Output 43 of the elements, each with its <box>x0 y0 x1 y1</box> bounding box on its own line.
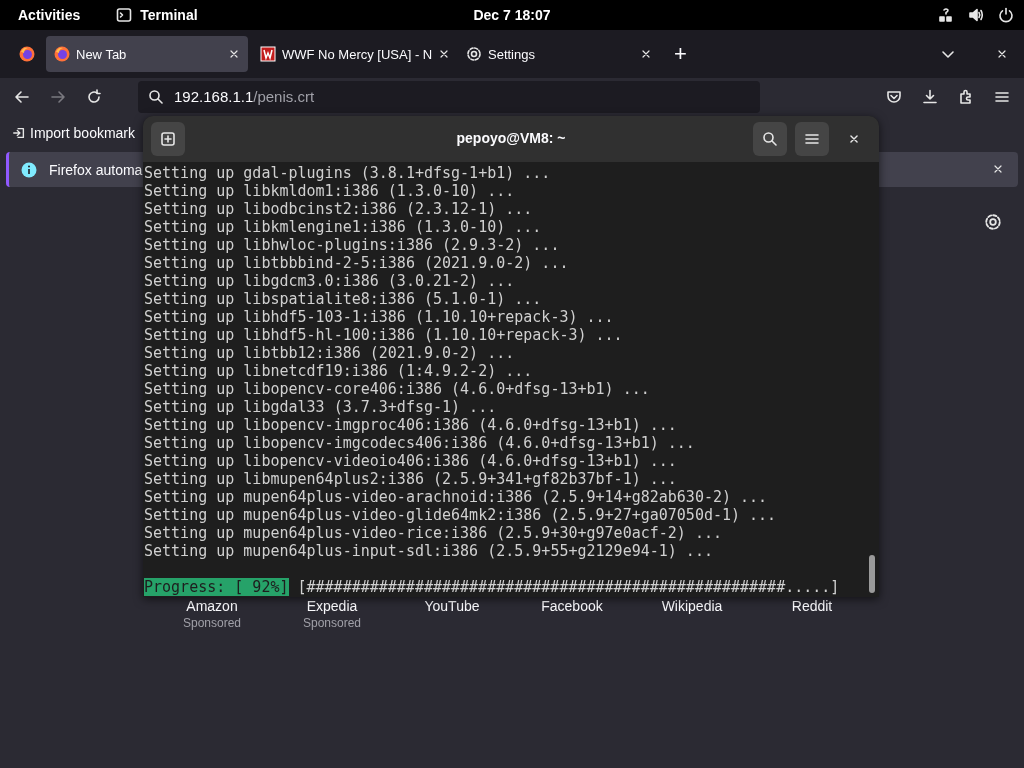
terminal-line: Setting up libopencv-core406:i386 (4.6.0+dfsg-13+b1) ... <box>144 380 650 398</box>
progress-bar-text: [#####################################################.....] <box>297 578 840 596</box>
browser-tab[interactable]: New Tab <box>46 36 248 72</box>
shortcut-label[interactable]: Facebook <box>541 598 603 614</box>
sponsored-label: Sponsored <box>302 616 361 630</box>
shortcut-label[interactable]: Reddit <box>791 598 833 614</box>
terminal-line: Setting up libgdcm3.0:i386 (3.0.21-2) ... <box>144 272 515 290</box>
terminal-line: Setting up mupen64plus-video-rice:i386 (2.5.9+30+g97e0acf-2) ... <box>144 524 722 542</box>
browser-tab[interactable]: Settings <box>458 36 660 72</box>
terminal-line: Setting up libhdf5-103-1:i386 (1.10.10+repack-3) ... <box>144 308 614 326</box>
terminal-line: Setting up mupen64plus-video-arachnoid:i386 (2.5.9+14+g82ab630-2) ... <box>144 488 768 506</box>
browser-tab[interactable]: WWF No Mercy [USA] - N <box>252 36 454 72</box>
notification-text: Firefox automa <box>49 161 143 178</box>
terminal-line: Setting up libkmlengine1:i386 (1.3.0-10) ... <box>144 218 542 236</box>
terminal-line: Setting up gdal-plugins (3.8.1+dfsg-1+b1) ... <box>144 164 551 182</box>
terminal-line: Setting up libspatialite8:i386 (5.1.0-1) ... <box>144 290 542 308</box>
window-title: pepoyo@VM8: ~ <box>456 130 566 146</box>
shortcut-label[interactable]: Amazon <box>186 598 238 614</box>
clock[interactable]: Dec 7 18:07 <box>473 7 551 23</box>
import-bookmarks-button[interactable]: Import bookmark <box>30 124 136 141</box>
terminal-line: Setting up libtbbbind-2-5:i386 (2021.9.0-2) ... <box>144 254 569 272</box>
activities-button[interactable]: Activities <box>18 7 81 23</box>
sponsored-label: Sponsored <box>182 616 241 630</box>
terminal-line: Setting up libtbb12:i386 (2021.9.0-2) ... <box>144 344 515 362</box>
terminal-line: Setting up mupen64plus-video-glide64mk2:i386 (2.5.9+27+ga07050d-1) ... <box>144 506 777 524</box>
new-tab-button[interactable]: + <box>664 41 697 67</box>
terminal-line: Setting up libopencv-imgproc406:i386 (4.6.0+dfsg-13+b1) ... <box>144 416 677 434</box>
shortcut-label[interactable]: Expedia <box>306 598 358 614</box>
terminal-line: Setting up libhdf5-hl-100:i386 (1.10.10+repack-3) ... <box>144 326 623 344</box>
terminal-line: Setting up mupen64plus-input-sdl:i386 (2.5.9+55+g2129e94-1) ... <box>144 542 713 560</box>
terminal-line: Setting up libopencv-imgcodecs406:i386 (4.6.0+dfsg-13+b1) ... <box>144 434 695 452</box>
terminal-line: Setting up libodbcinst2:i386 (2.3.12-1) ... <box>144 200 533 218</box>
terminal-line: Setting up libmupen64plus2:i386 (2.5.9+341+gf82b37bf-1) ... <box>144 470 677 488</box>
shortcut-label[interactable]: YouTube <box>424 598 480 614</box>
progress-label: Progress: [ 92%] <box>144 578 289 596</box>
terminal-line: Setting up libnetcdf19:i386 (1:4.9.2-2) ... <box>144 362 533 380</box>
terminal-line: Setting up libopencv-videoio406:i386 (4.6.0+dfsg-13+b1) ... <box>144 452 677 470</box>
terminal-line: Setting up libhwloc-plugins:i386 (2.9.3-2) ... <box>144 236 560 254</box>
shortcut-label[interactable]: Wikipedia <box>661 598 723 614</box>
app-menu[interactable]: Terminal <box>140 7 198 23</box>
terminal-line: Setting up libgdal33 (3.7.3+dfsg-1) ... <box>144 398 497 416</box>
url-field[interactable]: 192.168.1.1/penis.crt <box>138 80 760 113</box>
terminal-line: Setting up libkmldom1:i386 (1.3.0-10) ... <box>144 182 515 200</box>
